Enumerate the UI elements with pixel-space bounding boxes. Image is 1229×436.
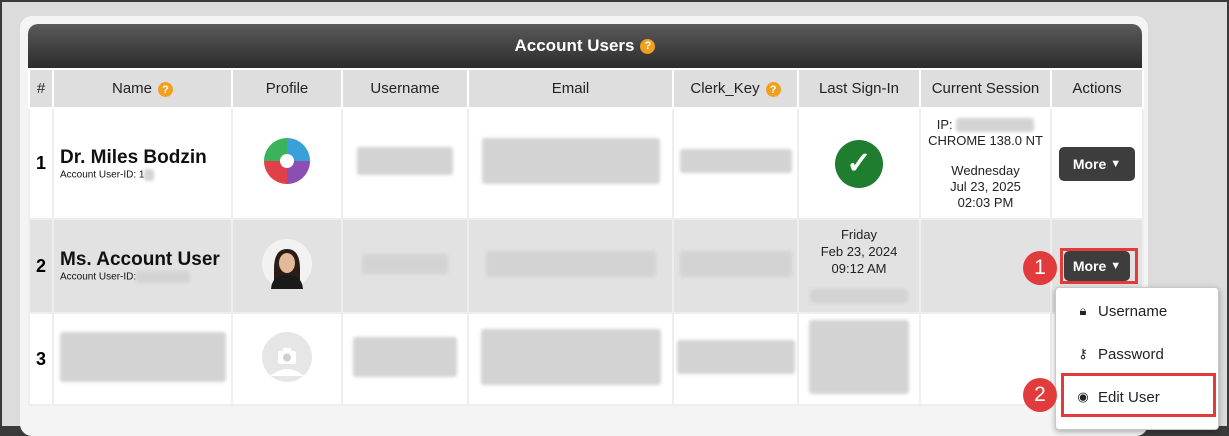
- check-icon: ✓: [835, 139, 883, 188]
- more-button-label: More: [1072, 155, 1107, 172]
- camera-placeholder-icon: [262, 331, 312, 382]
- redacted-value: [809, 319, 909, 394]
- highlight-box-more: [1060, 248, 1138, 284]
- col-header-username[interactable]: Username: [341, 68, 469, 109]
- signin-date: Feb 23, 2024: [820, 243, 898, 259]
- email-cell: [467, 218, 674, 314]
- col-header-profile: Profile: [231, 68, 343, 109]
- username-cell: [341, 312, 469, 406]
- redacted-value: [357, 147, 453, 175]
- redacted-value: [679, 149, 792, 173]
- name-cell: [52, 312, 233, 406]
- user-id-label: Account User-ID:: [60, 271, 137, 283]
- username-cell: [341, 218, 469, 314]
- redacted-value: [362, 253, 448, 274]
- key-icon: ⚷: [1078, 346, 1088, 361]
- col-header-name-label: Name: [111, 79, 152, 97]
- username-cell: [341, 107, 469, 220]
- session-ip-label: IP:: [936, 116, 953, 132]
- redacted-value: [485, 250, 656, 277]
- actions-cell: More ▼: [1050, 107, 1144, 220]
- step-badge-2: 2: [1023, 378, 1057, 412]
- panel-title: Account Users: [514, 36, 635, 55]
- session-time: 02:03 PM: [957, 194, 1014, 210]
- redacted-value: [676, 339, 795, 374]
- col-header-clerk-key[interactable]: Clerk_Key?: [672, 68, 799, 109]
- redacted-value: [481, 138, 660, 184]
- signin-time: 09:12 AM: [831, 260, 887, 276]
- more-button[interactable]: More ▼: [1059, 146, 1135, 181]
- email-cell: [467, 312, 674, 406]
- clerk-key-cell: [672, 107, 799, 220]
- help-icon[interactable]: ?: [640, 38, 656, 54]
- user-name: Ms. Account User: [60, 249, 220, 270]
- session-date: Jul 23, 2025: [950, 178, 1021, 194]
- account-users-table: # Name? Profile Username Email Clerk_Key…: [28, 68, 1144, 406]
- last-signin-cell: Friday Feb 23, 2024 09:12 AM: [797, 218, 921, 314]
- chevron-down-icon: ▼: [1110, 157, 1122, 170]
- menu-item-password[interactable]: ⚷ Password: [1056, 334, 1218, 374]
- redacted-value: [144, 168, 155, 181]
- help-icon[interactable]: ?: [765, 82, 781, 98]
- profile-cell: [231, 107, 343, 220]
- profile-cell: [231, 312, 343, 406]
- row-number: 3: [28, 312, 54, 406]
- highlight-box-edit-user: [1061, 373, 1216, 417]
- user-id-label: Account User-ID: 1: [60, 169, 145, 181]
- user-photo-avatar: [262, 238, 312, 289]
- redacted-value: [136, 271, 191, 283]
- table-header-row: # Name? Profile Username Email Clerk_Key…: [28, 68, 1144, 109]
- table-row: 3: [28, 312, 1144, 406]
- redacted-value: [956, 118, 1035, 133]
- redacted-value: [480, 328, 661, 385]
- redacted-value: [810, 288, 908, 303]
- col-header-current-session: Current Session: [919, 68, 1052, 109]
- redacted-value: [353, 336, 457, 377]
- last-signin-cell: ✓: [797, 107, 921, 220]
- row-number: 2: [28, 218, 54, 314]
- row-number: 1: [28, 107, 54, 220]
- clerk-key-cell: [672, 312, 799, 406]
- email-cell: [467, 107, 674, 220]
- col-header-email[interactable]: Email: [467, 68, 674, 109]
- lock-icon: 🔒︎: [1079, 303, 1087, 318]
- profile-cell: [231, 218, 343, 314]
- help-icon[interactable]: ?: [158, 82, 173, 98]
- redacted-value: [59, 331, 226, 382]
- clerk-key-cell: [672, 218, 799, 314]
- session-browser: CHROME 138.0 NT: [928, 132, 1043, 148]
- col-header-num: #: [28, 68, 54, 109]
- last-signin-cell: [797, 312, 921, 406]
- session-day: Wednesday: [951, 162, 1020, 178]
- menu-item-label: Username: [1098, 302, 1168, 320]
- menu-item-username[interactable]: 🔒︎ Username: [1056, 291, 1218, 331]
- col-header-name[interactable]: Name?: [52, 68, 233, 109]
- col-header-actions: Actions: [1050, 68, 1144, 109]
- user-name: Dr. Miles Bodzin: [60, 146, 207, 168]
- menu-item-label: Password: [1098, 345, 1164, 363]
- panel-title-bar: Account Users ?: [28, 24, 1142, 68]
- current-session-cell: IP: CHROME 138.0 NT Wednesday Jul 23, 20…: [919, 107, 1052, 220]
- puzzle-logo-icon: [264, 138, 310, 184]
- col-header-last-signin[interactable]: Last Sign-In: [797, 68, 921, 109]
- col-header-clerk-key-label: Clerk_Key: [690, 79, 760, 97]
- step-badge-1: 1: [1023, 251, 1057, 285]
- redacted-value: [679, 250, 792, 277]
- name-cell: Ms. Account User Account User-ID:: [52, 218, 233, 314]
- signin-day: Friday: [840, 226, 878, 242]
- table-row: 1 Dr. Miles Bodzin Account User-ID: 1 ✓ …: [28, 107, 1144, 220]
- table-row: 2 Ms. Account User Account User-ID: Frid…: [28, 218, 1144, 314]
- name-cell: Dr. Miles Bodzin Account User-ID: 1: [52, 107, 233, 220]
